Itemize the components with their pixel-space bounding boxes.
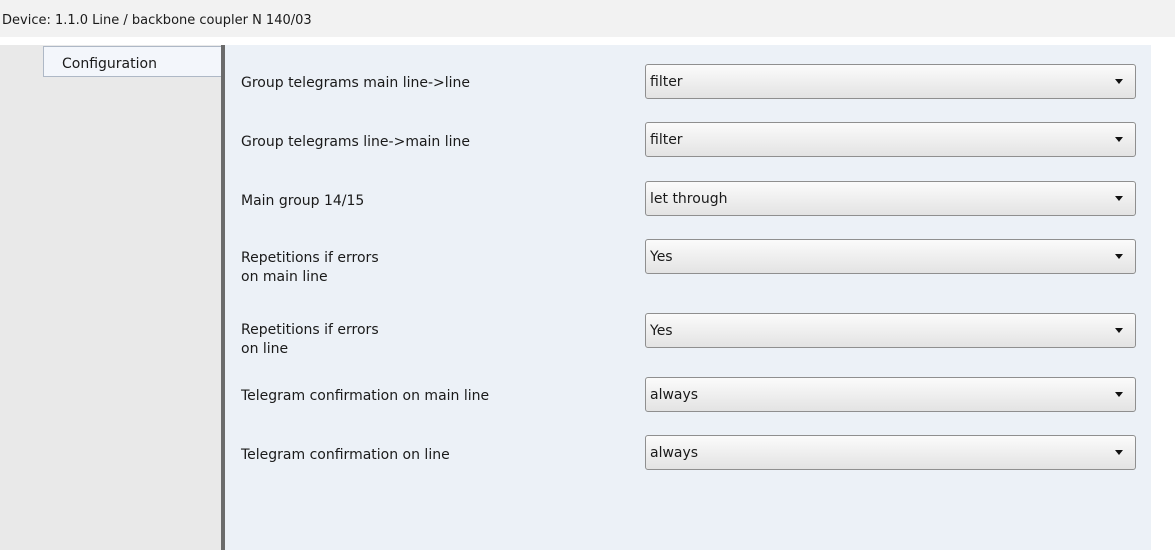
select-value: filter — [650, 132, 683, 148]
parameter-label: Main group 14/15 — [241, 193, 365, 209]
chevron-down-icon — [1115, 328, 1123, 333]
tab-configuration[interactable]: Configuration — [43, 46, 221, 77]
select-value: filter — [650, 74, 683, 90]
telegram-confirmation-line-select[interactable]: always — [645, 435, 1136, 470]
parameter-label: Group telegrams main line->line — [241, 75, 471, 91]
repetitions-line-select[interactable]: Yes — [645, 313, 1136, 348]
parameter-label: Repetitions if errors on main line — [241, 250, 379, 285]
telegram-confirmation-main-line-select[interactable]: always — [645, 377, 1136, 412]
parameter-panel: Group telegrams main line->line filter G… — [225, 45, 1151, 550]
select-value: let through — [650, 191, 728, 207]
chevron-down-icon — [1115, 79, 1123, 84]
parameter-label: Repetitions if errors on line — [241, 322, 379, 357]
parameter-label: Telegram confirmation on main line — [241, 388, 490, 404]
chevron-down-icon — [1115, 137, 1123, 142]
window-title: Device: 1.1.0 Line / backbone coupler N … — [0, 0, 1175, 37]
chevron-down-icon — [1115, 254, 1123, 259]
select-value: Yes — [650, 323, 673, 339]
chevron-down-icon — [1115, 450, 1123, 455]
select-value: always — [650, 445, 699, 461]
group-telegrams-line-to-main-select[interactable]: filter — [645, 122, 1136, 157]
select-value: Yes — [650, 249, 673, 265]
chevron-down-icon — [1115, 392, 1123, 397]
group-telegrams-main-to-line-select[interactable]: filter — [645, 64, 1136, 99]
parameter-label: Telegram confirmation on line — [241, 447, 450, 463]
main-group-14-15-select[interactable]: let through — [645, 181, 1136, 216]
select-value: always — [650, 387, 699, 403]
chevron-down-icon — [1115, 196, 1123, 201]
parameter-label: Group telegrams line->main line — [241, 134, 471, 150]
sidebar — [0, 45, 221, 550]
repetitions-main-line-select[interactable]: Yes — [645, 239, 1136, 274]
